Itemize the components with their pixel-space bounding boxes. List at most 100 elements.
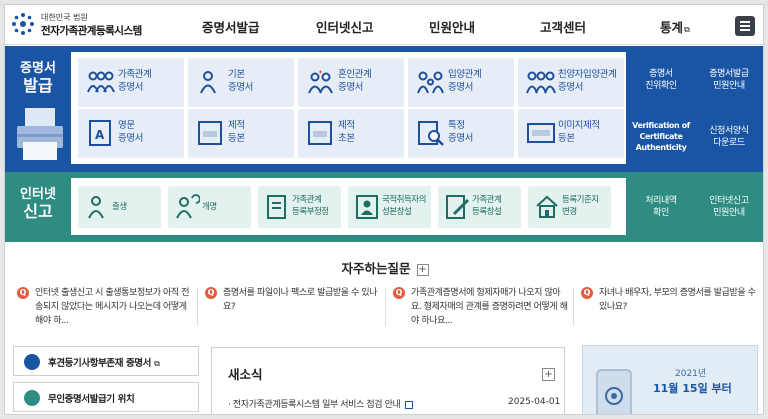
tile-register-correction[interactable]: 가족관계 등록부정정	[258, 186, 341, 228]
tile-specific-cert[interactable]: 특정 증명서	[408, 109, 514, 158]
news-item-title[interactable]: · 전자가족관계등록시스템 일부 서비스 점검 안내	[228, 397, 413, 410]
quick-link-label: 무인증명서발급기 위치	[48, 394, 135, 405]
rename-icon	[176, 194, 200, 219]
internet-report-section: 인터넷 신고 출생 개명 가족관계 등록부정정 국적취득자의 성본창설 가족관계…	[5, 172, 763, 242]
faq-section-title: 자주하는질문 +	[5, 258, 763, 277]
report-civil-guide-link[interactable]: 인터넷신고 민원안내	[697, 178, 761, 235]
faq-divider	[385, 288, 386, 326]
tile-label: 입양관계 증명서	[448, 69, 482, 93]
banner-year: 2021년	[675, 369, 707, 379]
external-link-icon: ⧉	[684, 25, 690, 34]
question-icon: Q	[393, 287, 405, 299]
menu-button[interactable]	[735, 16, 755, 36]
section-title-line1: 증명서	[20, 61, 56, 76]
tile-label: 특정 증명서	[448, 120, 474, 144]
question-icon: Q	[205, 287, 217, 299]
logo-title: 전자가족관계등록시스템	[41, 25, 142, 37]
quick-link-label: 후견등기사항부존재 증명서 ⧉	[48, 355, 160, 369]
faq-divider	[573, 288, 574, 326]
external-link-icon: ⧉	[152, 359, 160, 368]
tile-label: 개명	[202, 202, 217, 212]
processing-status-link[interactable]: 처리내역 확인	[629, 178, 693, 235]
tile-label: 등록기준지 변경	[562, 195, 599, 217]
adoption-icon	[417, 71, 444, 94]
news-item-text: 전자가족관계등록시스템 일부 서비스 점검 안내	[232, 400, 401, 410]
hamburger-icon	[740, 21, 750, 23]
page-frame: 대한민국 법원 전자가족관계등록시스템 증명서발급 인터넷신고 민원안내 고객센…	[4, 4, 764, 415]
certificate-section-title: 증명서 발급	[5, 60, 71, 94]
tile-label: 제적 등본	[228, 120, 245, 144]
faq-title: 자주하는질문	[341, 261, 411, 276]
nav-internet-report[interactable]: 인터넷신고	[316, 17, 374, 36]
birth-icon	[88, 196, 104, 219]
section-title-line1: 인터넷	[20, 187, 56, 202]
tile-label: 이미지제적 등본	[558, 120, 600, 144]
tile-register-creation[interactable]: 가족관계 등록창설	[438, 186, 521, 228]
cert-authenticity-check-link[interactable]: 증명서 진위확인	[629, 52, 693, 107]
hamburger-icon-line	[740, 25, 750, 27]
question-icon: Q	[581, 287, 593, 299]
faq-question: 가족관계증명서에 형제자매가 나오지 않아요. 형제자매의 관계를 증명하려면 …	[411, 288, 568, 326]
kiosk-location-link[interactable]: 무인증명서발급기 위치	[13, 382, 199, 412]
hamburger-icon-line	[740, 29, 750, 31]
search-doc-icon	[418, 121, 444, 146]
tile-label: 출생	[112, 202, 127, 212]
tile-label: 영문 증명서	[118, 120, 144, 144]
news-panel: 새소식 + · 전자가족관계등록시스템 일부 서비스 점검 안내 2025-04…	[211, 347, 565, 414]
tile-image-register[interactable]: 이미지제적 등본	[518, 109, 624, 158]
quick-link-text: 후견등기사항부존재 증명서	[48, 358, 151, 369]
nav-statistics[interactable]: 통계⧉	[660, 17, 690, 36]
tile-removed-extract[interactable]: 제적 초본	[298, 109, 404, 158]
site-logo[interactable]: 대한민국 법원 전자가족관계등록시스템	[11, 10, 161, 40]
tile-label: 가족관계 증명서	[118, 69, 152, 93]
nav-statistics-label: 통계	[660, 20, 684, 35]
banner-date: 11월 15일 부터	[653, 382, 732, 395]
removed-extract-icon	[308, 121, 332, 145]
nav-civil-guide[interactable]: 민원안내	[429, 17, 475, 36]
tile-adoption-cert[interactable]: 입양관계 증명서	[408, 58, 514, 107]
form-download-link[interactable]: 신청서양식 다운로드	[697, 109, 761, 164]
certificate-tiles: 가족관계 증명서 기본 증명서 혼인관계 증명서 입양관계 증명서 친양자입양관…	[71, 52, 626, 164]
register-create-icon	[446, 195, 470, 219]
section-title-line2: 발급	[23, 76, 53, 95]
english-doc-icon: A	[89, 120, 111, 146]
news-item-date: 2025-04-01	[508, 397, 561, 407]
tile-full-adoption-cert[interactable]: 친양자입양관계 증명서	[518, 58, 624, 107]
image-register-icon	[527, 123, 555, 143]
tile-removed-register[interactable]: 제적 등본	[188, 109, 294, 158]
location-pin-icon	[24, 390, 40, 406]
logo-subtitle: 대한민국 법원	[41, 13, 88, 22]
tile-label: 혼인관계 증명서	[338, 69, 372, 93]
faq-question: 자녀나 배우자, 부모의 증명서를 발급받을 수 있나요?	[599, 288, 756, 312]
tile-birth-report[interactable]: 출생	[78, 186, 161, 228]
cert-verification-english-link[interactable]: Verification of Certificate Authenticity	[629, 109, 693, 164]
tile-english-cert[interactable]: A 영문 증명서	[78, 109, 184, 158]
question-icon: Q	[17, 287, 29, 299]
promo-banner[interactable]: 2021년 11월 15일 부터	[582, 345, 758, 414]
register-correction-icon	[267, 195, 286, 219]
tile-registry-base-change[interactable]: 등록기준지 변경	[528, 186, 611, 228]
faq-more-button[interactable]: +	[416, 263, 429, 276]
removed-register-icon	[198, 121, 222, 145]
document-icon	[24, 354, 40, 370]
attachment-icon	[404, 400, 413, 409]
family-adoption-icon	[526, 71, 556, 94]
tile-basic-cert[interactable]: 기본 증명서	[188, 58, 294, 107]
tile-label: 가족관계 등록부정정	[292, 195, 329, 217]
tile-family-relation-cert[interactable]: 가족관계 증명서	[78, 58, 184, 107]
nav-certificate[interactable]: 증명서발급	[202, 17, 260, 36]
faq-divider	[197, 288, 198, 326]
report-section-title: 인터넷 신고	[5, 186, 71, 220]
smartphone-icon	[596, 369, 632, 414]
section-title-line2: 신고	[23, 202, 53, 221]
guardianship-cert-link[interactable]: 후견등기사항부존재 증명서 ⧉	[13, 346, 199, 376]
tile-marriage-cert[interactable]: 혼인관계 증명서	[298, 58, 404, 107]
cert-civil-guide-link[interactable]: 증명서발급 민원안내	[697, 52, 761, 107]
certificate-side-links: 증명서 진위확인 증명서발급 민원안내 Verification of Cert…	[629, 52, 762, 164]
nav-customer-center[interactable]: 고객센터	[540, 17, 586, 36]
tile-nationality-surname[interactable]: 국적취득자의 성본창설	[348, 186, 431, 228]
family-icon	[87, 71, 115, 93]
news-more-button[interactable]: +	[542, 368, 555, 381]
tile-rename-report[interactable]: 개명	[168, 186, 251, 228]
printer-icon	[17, 108, 63, 160]
